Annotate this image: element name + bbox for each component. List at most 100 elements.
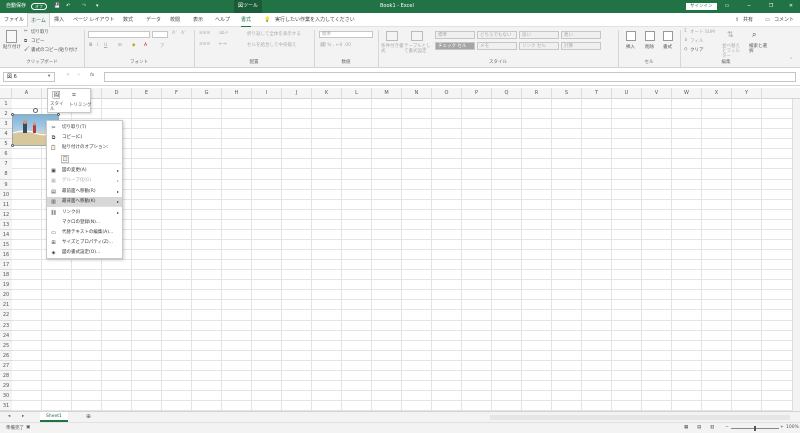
zoom-level[interactable]: 100% [786,425,799,430]
row-header-29[interactable]: 29 [0,380,12,392]
row-header-31[interactable]: 31 [0,401,12,411]
row-header-8[interactable]: 8 [0,169,12,180]
formula-input[interactable] [104,72,796,82]
tab-insert[interactable]: 挿入 [54,13,64,27]
cut-icon[interactable]: ✂ [24,29,28,34]
tab-format[interactable]: 書式 [241,13,252,27]
save-icon[interactable]: 💾 [54,0,60,13]
search-icon[interactable]: 💡 [264,13,270,27]
font-size-combo[interactable] [152,31,168,38]
tab-help[interactable]: ヘルプ [215,13,230,27]
comment-button[interactable]: コメント [774,13,794,27]
column-header-i[interactable]: I [252,88,282,99]
autosave-toggle[interactable]: オフ [31,3,47,10]
column-header-s[interactable]: S [552,88,582,99]
column-header-g[interactable]: G [192,88,222,99]
copy-button[interactable]: コピー [31,38,45,44]
row-header-17[interactable]: 17 [0,260,12,271]
row-header-1[interactable]: 1 [0,99,12,110]
italic-icon[interactable]: I [97,43,98,48]
select-all-corner[interactable] [0,88,12,99]
phonetic-icon[interactable]: ア [160,43,165,49]
insert-function-icon[interactable]: fx [90,73,94,78]
indent-icon[interactable]: ⇤⇥ [219,42,227,47]
find-select-button[interactable]: 検索と選択 [749,44,771,54]
fill-icon[interactable]: ⬇ [684,38,688,43]
column-header-k[interactable]: K [312,88,342,99]
column-header-u[interactable]: U [612,88,642,99]
context-menu-item-1[interactable]: ⧉ コピー(C) [47,133,122,143]
column-header-o[interactable]: O [432,88,462,99]
customize-qat-icon[interactable]: ▾ [96,0,99,13]
close-icon[interactable]: ✕ [780,0,800,13]
row-header-19[interactable]: 19 [0,280,12,291]
crop-button[interactable]: トリミング [69,102,92,108]
style-button[interactable]: スタイル [50,102,64,112]
column-header-t[interactable]: T [582,88,612,99]
tab-file[interactable]: ファイル [4,13,24,27]
column-header-q[interactable]: Q [492,88,522,99]
restore-icon[interactable]: ❐ [760,0,782,13]
wrap-text-button[interactable]: 折り返して全体を表示する [247,31,301,37]
column-header-r[interactable]: R [522,88,552,99]
collapse-ribbon-icon[interactable]: ˄ [790,58,792,63]
sort-filter-button[interactable]: 並べ替えとフィルター [722,44,744,59]
autosum-icon[interactable]: Σ [684,29,687,34]
row-header-7[interactable]: 7 [0,159,12,170]
row-header-20[interactable]: 20 [0,290,12,301]
context-menu-item-12[interactable]: ◈ 図の書式設定(O)... [47,248,122,258]
align-top-icon[interactable]: ≡≡≡ [199,31,210,36]
row-header-26[interactable]: 26 [0,350,12,361]
autosum-button[interactable]: オート SUM [690,29,715,35]
page-layout-view-icon[interactable]: ▤ [697,425,701,430]
column-header-d[interactable]: D [102,88,132,99]
prev-sheet-icon[interactable]: ◂ [8,414,10,419]
style-normal[interactable]: 標準 [435,31,475,39]
row-header-25[interactable]: 25 [0,340,12,351]
share-icon[interactable]: ⇪ [735,13,739,27]
context-menu-item-5[interactable]: ▦ グループ化(G) ▸ [47,176,122,186]
undo-icon[interactable]: ↶ [66,0,70,13]
column-header-p[interactable]: P [462,88,492,99]
bold-icon[interactable]: B [89,43,92,48]
delete-cells-icon[interactable] [645,31,655,41]
tab-formulas[interactable]: 数式 [123,13,133,27]
style-calculation[interactable]: 計算 [561,42,601,50]
number-format-icons[interactable]: 🗓 % , ←0 .00 [320,43,351,48]
row-header-6[interactable]: 6 [0,149,12,160]
row-header-15[interactable]: 15 [0,239,12,251]
redo-icon[interactable]: ↷ [82,0,86,13]
conditional-format-button[interactable]: 条件付き書式 [381,44,405,54]
style-linked-cell[interactable]: リンク セル [519,42,559,50]
tab-view[interactable]: 表示 [193,13,203,27]
orientation-icon[interactable]: ab↗ [219,31,228,36]
column-header-y[interactable]: Y [732,88,762,99]
tab-page-layout[interactable]: ページ レイアウト [73,13,115,27]
context-menu-item-6[interactable]: ▤ 最前面へ移動(R) ▸ [47,187,122,197]
row-header-14[interactable]: 14 [0,229,12,240]
format-as-table-icon[interactable] [411,31,423,41]
row-header-11[interactable]: 11 [0,199,12,210]
cancel-icon[interactable]: ✕ [66,73,70,78]
tab-home[interactable]: ホーム [27,13,50,27]
row-header-28[interactable]: 28 [0,370,12,381]
style-note[interactable]: メモ [477,42,517,50]
format-painter-icon[interactable]: 🖌 [24,47,30,52]
style-good[interactable]: 良い [519,31,559,39]
row-header-30[interactable]: 30 [0,391,12,402]
namebox-dropdown-icon[interactable]: ▾ [48,74,50,79]
context-menu-item-0[interactable]: ✂ 切り取り(T) [47,123,122,133]
find-select-icon[interactable]: ⌕ [752,30,756,40]
merge-center-button[interactable]: セルを結合して中央揃え [247,42,296,48]
row-header-22[interactable]: 22 [0,310,12,321]
row-header-12[interactable]: 12 [0,209,12,220]
column-header-v[interactable]: V [642,88,672,99]
format-as-table-button[interactable]: テーブルとして書式設定 [404,44,432,54]
row-header-9[interactable]: 9 [0,179,12,190]
row-header-24[interactable]: 24 [0,330,12,341]
paste-button[interactable]: 貼り付け [3,44,21,50]
picture-style-icon[interactable]: 🖼 [52,91,61,99]
context-menu-item-11[interactable]: ⊞ サイズとプロパティ(Z)... [47,238,122,248]
row-header-21[interactable]: 21 [0,300,12,311]
fill-color-icon[interactable]: ◆ [132,43,135,48]
